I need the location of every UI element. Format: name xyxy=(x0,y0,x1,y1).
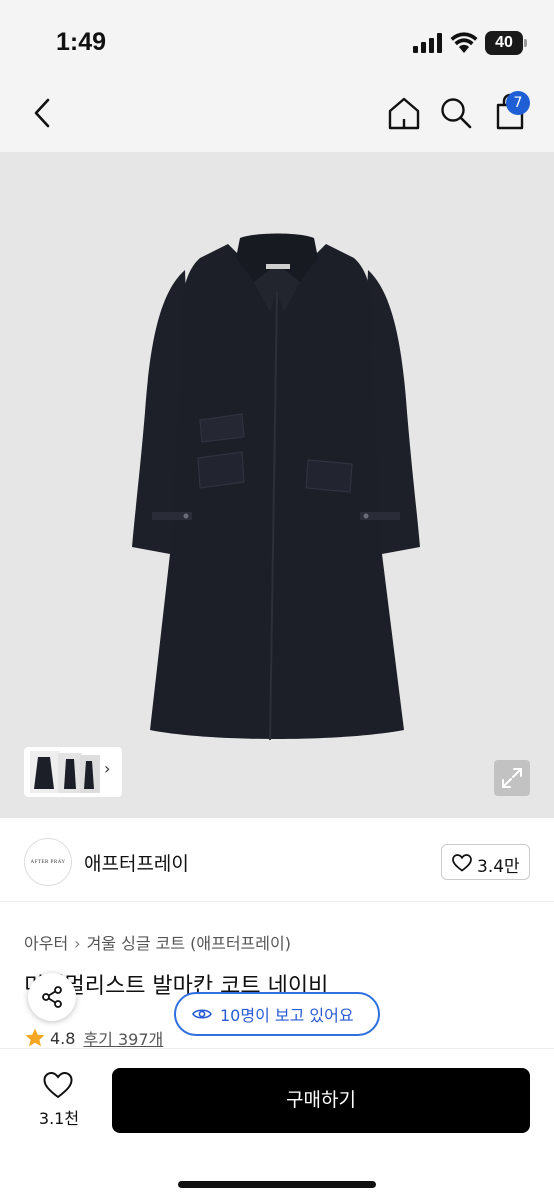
thumbnail-images xyxy=(30,751,100,793)
top-nav: 7 xyxy=(0,80,554,152)
battery-icon: 40 xyxy=(485,31,527,55)
cart-count-badge: 7 xyxy=(506,91,530,115)
eye-icon xyxy=(192,1009,212,1019)
wifi-icon xyxy=(450,32,478,53)
back-icon[interactable] xyxy=(28,96,56,130)
breadcrumb: 아우터 › 겨울 싱글 코트 (애프터프레이) xyxy=(24,930,291,954)
product-image[interactable]: › xyxy=(0,152,554,818)
chevron-right-icon: › xyxy=(74,934,81,953)
viewers-badge: 10명이 보고 있어요 xyxy=(174,992,380,1036)
brand-row[interactable]: AFTER PRAY 애프터프레이 3.4만 xyxy=(0,818,554,902)
coat-image xyxy=(132,233,420,741)
viewers-text: 10명이 보고 있어요 xyxy=(220,1006,354,1025)
share-icon xyxy=(42,986,62,1008)
share-button[interactable] xyxy=(28,973,76,1021)
status-time: 1:49 xyxy=(56,28,107,56)
cellular-signal-icon xyxy=(413,33,442,53)
brand-like-count: 3.4만 xyxy=(477,857,520,877)
home-icon[interactable] xyxy=(386,95,422,131)
breadcrumb-item-category[interactable]: 아우터 xyxy=(24,934,68,953)
home-indicator xyxy=(178,1181,376,1188)
reviews-link[interactable]: 후기 397개 xyxy=(83,1026,163,1050)
status-bar: 1:49 40 xyxy=(0,0,554,80)
wishlist-button[interactable]: 3.1천 xyxy=(34,1071,84,1131)
thumbnail-strip[interactable]: › xyxy=(24,747,122,797)
chevron-right-icon: › xyxy=(104,759,111,778)
expand-button[interactable] xyxy=(494,760,530,796)
battery-level: 40 xyxy=(485,31,523,55)
bottom-action-bar: 3.1천 구매하기 xyxy=(0,1048,554,1200)
heart-icon xyxy=(43,1071,73,1099)
brand-name[interactable]: 애프터프레이 xyxy=(84,849,189,876)
star-icon xyxy=(25,1028,45,1047)
rating-row: 4.8 후기 397개 xyxy=(24,1026,163,1050)
expand-icon xyxy=(502,768,522,788)
buy-button[interactable]: 구매하기 xyxy=(112,1068,530,1133)
brand-logo[interactable]: AFTER PRAY xyxy=(24,838,72,886)
breadcrumb-item-subcategory[interactable]: 겨울 싱글 코트 (애프터프레이) xyxy=(87,934,291,953)
brand-like-button[interactable]: 3.4만 xyxy=(441,844,530,880)
wishlist-count: 3.1천 xyxy=(38,1109,80,1128)
heart-icon xyxy=(452,854,472,872)
search-icon[interactable] xyxy=(438,95,474,131)
rating-score: 4.8 xyxy=(50,1028,76,1048)
